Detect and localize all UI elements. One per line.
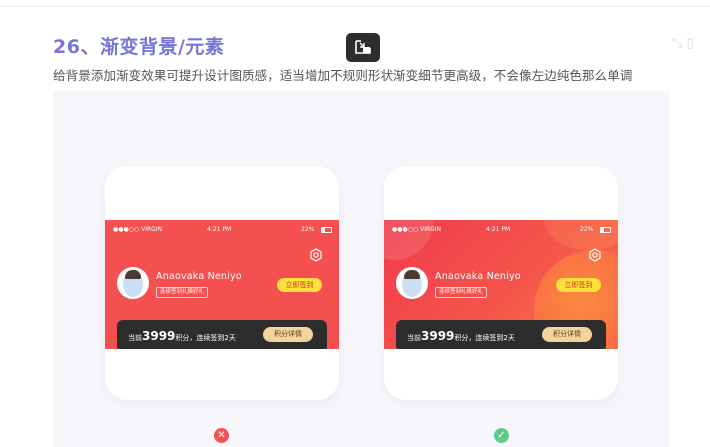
points-value: 3999 xyxy=(421,329,455,343)
status-bar: ●●●○○ VIRGIN 4:21 PM 22% xyxy=(105,226,339,236)
avatar-hair xyxy=(125,270,141,279)
top-divider xyxy=(0,6,710,7)
correct-mark-icon: ✓ xyxy=(494,428,509,443)
section-description: 给背景添加渐变效果可提升设计图质感，适当增加不规则形状渐变细节更高级，不会像左边… xyxy=(53,68,633,83)
comparison-canvas: ●●●○○ VIRGIN 4:21 PM 22% Anaovaka Neniyo… xyxy=(53,91,669,447)
points-bar: 当前3999积分，连续签到2天 积分详情 xyxy=(117,320,327,349)
battery-icon xyxy=(321,227,332,233)
app-header-flat: ●●●○○ VIRGIN 4:21 PM 22% Anaovaka Neniyo… xyxy=(105,220,339,349)
picture-in-picture-button[interactable] xyxy=(346,33,380,62)
points-detail-button[interactable]: 积分详情 xyxy=(263,327,313,342)
avatar-hair xyxy=(404,270,420,279)
section-title: 26、渐变背景/元素 xyxy=(53,36,225,58)
points-text: 当前3999积分，连续签到2天 xyxy=(407,329,515,343)
user-name: Anaovaka Neniyo xyxy=(156,271,242,282)
app-header-gradient: ●●●○○ VIRGIN 4:21 PM 22% Anaovaka Neniyo… xyxy=(384,220,618,349)
gear-icon[interactable] xyxy=(309,248,323,262)
battery-icon xyxy=(600,227,611,233)
points-suffix: 积分，连续签到2天 xyxy=(175,334,236,342)
checkin-button[interactable]: 立即签到 xyxy=(277,278,322,292)
points-prefix: 当前 xyxy=(128,334,142,342)
user-name: Anaovaka Neniyo xyxy=(435,271,521,282)
wrong-mark-icon: ✕ xyxy=(214,428,229,443)
points-bar: 当前3999积分，连续签到2天 积分详情 xyxy=(396,320,606,349)
battery-label: 22% xyxy=(580,226,594,233)
points-text: 当前3999积分，连续签到2天 xyxy=(128,329,236,343)
avatar[interactable] xyxy=(396,267,428,299)
status-bar: ●●●○○ VIRGIN 4:21 PM 22% xyxy=(384,226,618,236)
clock-label: 4:21 PM xyxy=(207,226,232,233)
user-tag: 连续签到礼换好礼 xyxy=(435,287,488,298)
avatar[interactable] xyxy=(117,267,149,299)
mockup-card-flat: ●●●○○ VIRGIN 4:21 PM 22% Anaovaka Neniyo… xyxy=(105,166,339,400)
points-detail-button[interactable]: 积分详情 xyxy=(542,327,592,342)
gear-icon[interactable] xyxy=(588,248,602,262)
points-prefix: 当前 xyxy=(407,334,421,342)
battery-label: 22% xyxy=(301,226,315,233)
carrier-label: ●●●○○ VIRGIN xyxy=(113,226,163,233)
points-suffix: 积分，连续签到2天 xyxy=(454,334,515,342)
user-tag: 连续签到礼换好礼 xyxy=(156,287,209,298)
fullscreen-icon[interactable]: ⤡ ▯ xyxy=(672,36,706,52)
carrier-label: ●●●○○ VIRGIN xyxy=(392,226,442,233)
picture-in-picture-icon xyxy=(355,40,371,54)
points-value: 3999 xyxy=(142,329,176,343)
checkin-button[interactable]: 立即签到 xyxy=(556,278,601,292)
clock-label: 4:21 PM xyxy=(486,226,511,233)
mockup-card-gradient: ●●●○○ VIRGIN 4:21 PM 22% Anaovaka Neniyo… xyxy=(384,166,618,400)
